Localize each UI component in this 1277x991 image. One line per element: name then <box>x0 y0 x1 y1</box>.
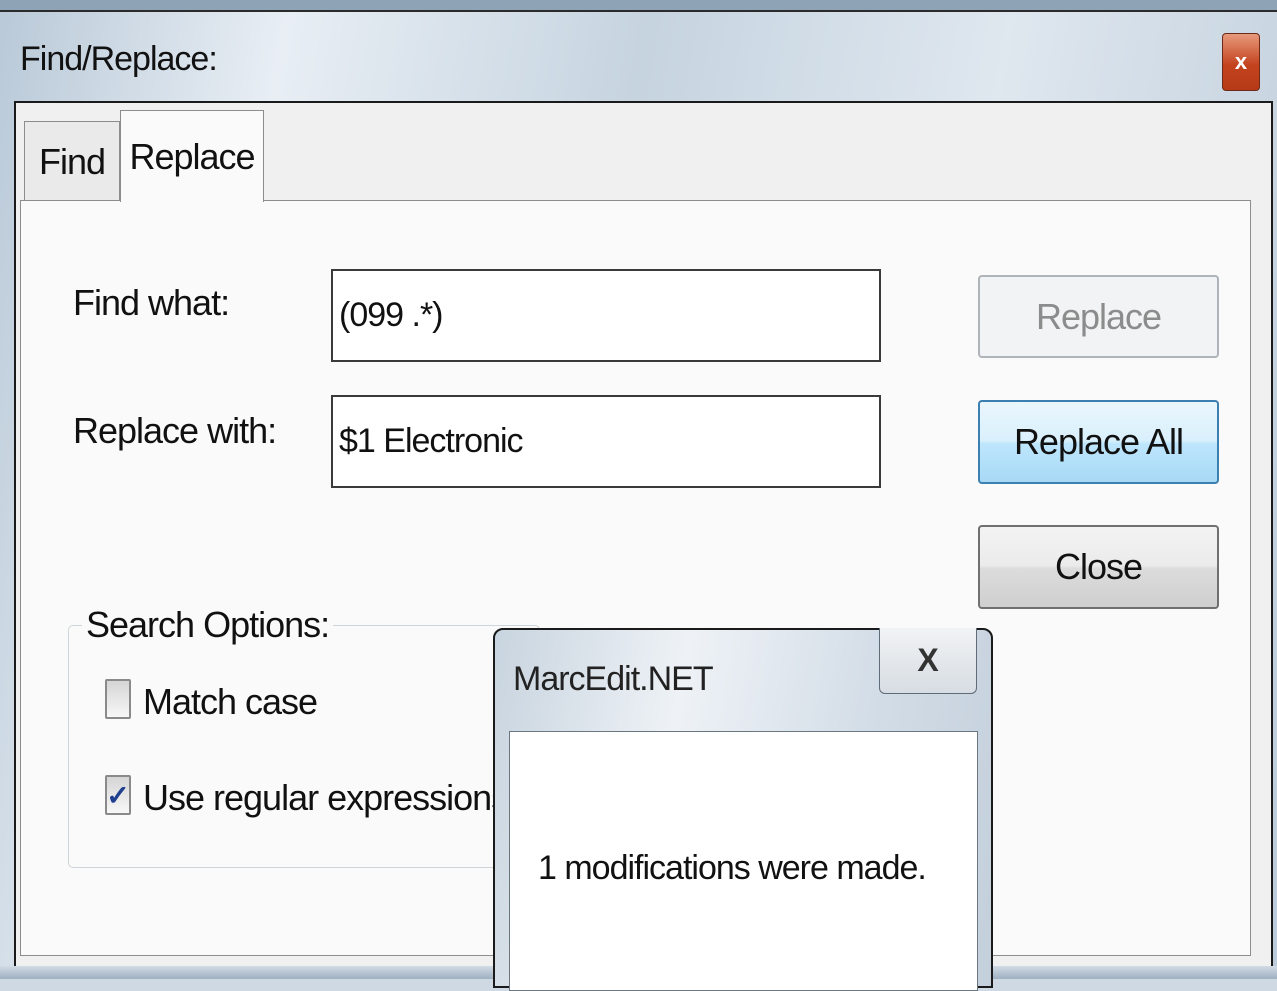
close-button[interactable]: Close <box>978 525 1219 609</box>
tab-replace-label: Replace <box>129 135 255 177</box>
replace-with-label: Replace with: <box>73 410 277 451</box>
match-case-checkbox[interactable] <box>105 679 131 719</box>
replace-with-input[interactable] <box>331 395 881 488</box>
message-box-title: MarcEdit.NET <box>513 660 714 698</box>
tab-find-label: Find <box>38 140 106 182</box>
find-what-input[interactable] <box>331 269 881 362</box>
parent-window-edge <box>0 0 1277 12</box>
use-regex-checkbox[interactable]: ✓ <box>105 775 131 815</box>
find-what-label: Find what: <box>73 282 230 323</box>
match-case-label: Match case <box>143 681 318 722</box>
replace-all-button[interactable]: Replace All <box>978 400 1219 484</box>
tab-replace[interactable]: Replace <box>120 110 264 202</box>
close-icon: X <box>917 642 939 678</box>
window-close-button[interactable]: x <box>1222 33 1260 91</box>
message-box-close-button[interactable]: X <box>879 628 977 694</box>
tab-find[interactable]: Find <box>24 121 120 201</box>
use-regex-label: Use regular expressions <box>143 777 509 818</box>
close-icon: x <box>1234 49 1248 74</box>
checkmark-icon: ✓ <box>106 779 130 811</box>
replace-button[interactable]: Replace <box>978 275 1219 358</box>
window-title: Find/Replace: <box>20 40 218 78</box>
search-options-group <box>68 625 540 868</box>
message-box-text: 1 modifications were made. <box>538 849 927 887</box>
search-options-legend: Search Options: <box>82 604 334 646</box>
